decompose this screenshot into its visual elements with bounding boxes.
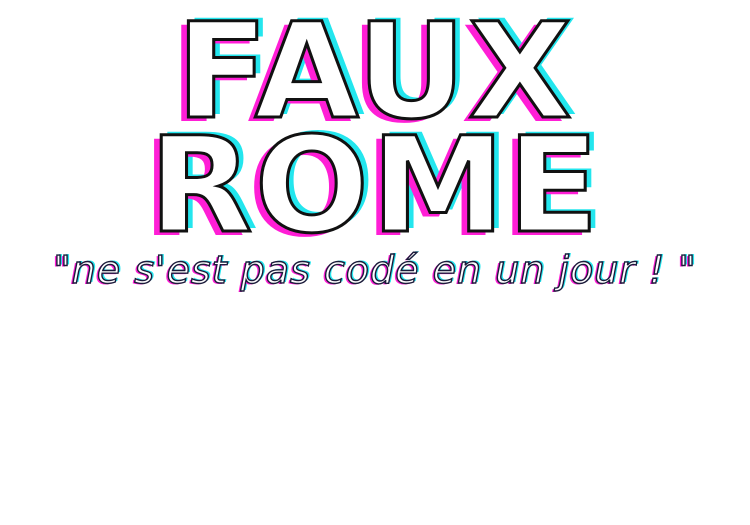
splash-screen: FAUX ROME "ne s'est pas codé en un jour … xyxy=(0,0,750,525)
tagline: "ne s'est pas codé en un jour ! " xyxy=(52,247,697,292)
logo-title-line-2: ROME xyxy=(147,109,602,263)
